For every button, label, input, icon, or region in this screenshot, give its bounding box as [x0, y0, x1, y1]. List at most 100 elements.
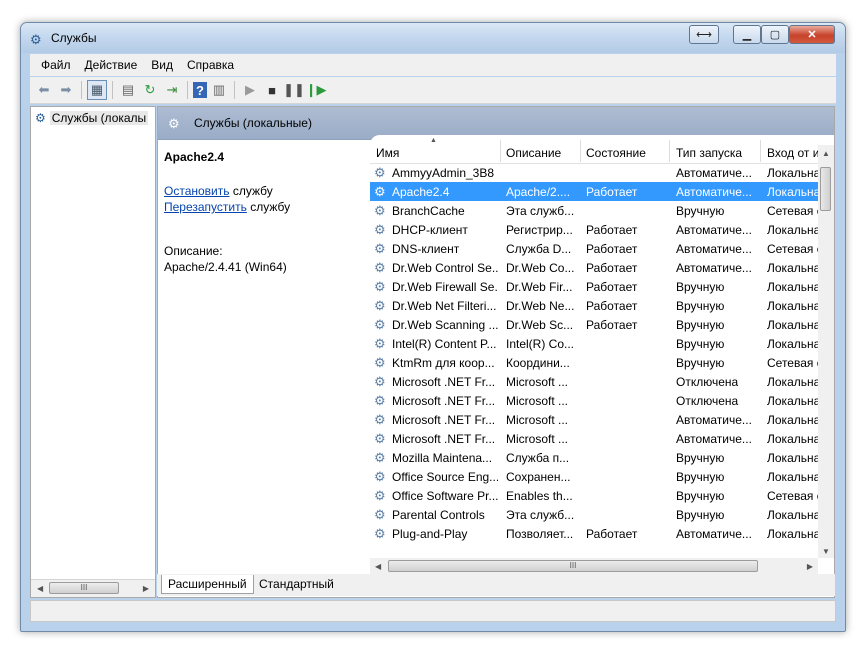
service-gear-icon: ⚙ [374, 260, 386, 275]
maximize-button[interactable]: ▢ [761, 25, 789, 44]
table-row[interactable]: ⚙ Intel(R) Content P... Intel(R) Co... Вруч… [370, 334, 820, 353]
cell-startup: Автоматиче... [676, 223, 752, 237]
cell-startup: Автоматиче... [676, 527, 752, 541]
cell-name: DHCP-клиент [392, 223, 468, 237]
table-row[interactable]: ⚙ Microsoft .NET Fr... Microsoft ... Автома… [370, 410, 820, 429]
table-row[interactable]: ⚙ AmmyyAdmin_3B8 Автоматиче... Локальна [370, 163, 820, 182]
restart-suffix: службу [250, 200, 291, 214]
menu-action[interactable]: Действие [78, 58, 145, 72]
service-gear-icon: ⚙ [374, 431, 386, 446]
cell-name: Office Software Pr... [392, 489, 498, 503]
properties-icon[interactable]: ▤ [118, 80, 138, 100]
cell-startup: Автоматиче... [676, 185, 752, 199]
forward-arrow-icon[interactable]: ➡ [56, 80, 76, 100]
table-row[interactable]: ⚙ Microsoft .NET Fr... Microsoft ... Автома… [370, 429, 820, 448]
cell-desc: Microsoft ... [506, 432, 569, 446]
resize-arrows-icon[interactable]: ⟷ [689, 25, 719, 44]
column-logon-as[interactable]: Вход от и [767, 146, 819, 160]
vertical-scrollbar[interactable]: ▲ ▼ [818, 145, 834, 558]
scroll-up-icon[interactable]: ▲ [822, 149, 830, 158]
cell-state: Работает [586, 185, 638, 199]
services-list: ▲ Имя Описание Состояние Тип запуска Вхо… [370, 135, 834, 575]
services-icon: ⚙ [168, 116, 180, 131]
column-state[interactable]: Состояние [586, 146, 646, 160]
stop-service-icon[interactable]: ■ [262, 80, 282, 100]
table-row[interactable]: ⚙ BranchCache Эта служб... Вручную Сетевая с [370, 201, 823, 220]
stop-service-link[interactable]: Остановить [164, 184, 230, 198]
table-row[interactable]: ⚙ Plug-and-Play Позволяет... Работает Автома… [370, 524, 820, 543]
cell-name: Dr.Web Scanning ... [392, 318, 498, 332]
column-divider[interactable] [500, 140, 501, 162]
table-row[interactable]: ⚙ Office Source Eng... Сохранен... Вручную Л… [370, 467, 820, 486]
help-icon[interactable]: ? [193, 82, 207, 98]
cell-desc: Apache/2.... [506, 185, 571, 199]
table-row[interactable]: ⚙ Mozilla Maintena... Служба п... Вручную Ло… [370, 448, 820, 467]
menu-file[interactable]: Файл [34, 58, 78, 72]
title-bar[interactable]: ⚙ Службы ⟷ ▁ ▢ ✕ [21, 23, 845, 53]
show-action-pane-icon[interactable]: ▥ [209, 80, 229, 100]
column-name[interactable]: Имя [376, 146, 399, 160]
scroll-thumb[interactable]: III [388, 560, 758, 572]
table-row[interactable]: ⚙ Office Software Pr... Enables th... Вручн… [370, 486, 823, 505]
refresh-icon[interactable]: ↻ [140, 80, 160, 100]
table-row[interactable]: ⚙ Microsoft .NET Fr... Microsoft ... Отключ… [370, 372, 820, 391]
scroll-down-icon[interactable]: ▼ [822, 547, 830, 556]
cell-desc: Dr.Web Co... [506, 261, 575, 275]
cell-name: BranchCache [392, 204, 465, 218]
show-hide-console-tree-icon[interactable]: ▦ [87, 80, 107, 100]
cell-startup: Вручную [676, 451, 725, 465]
services-rows: ⚙ AmmyyAdmin_3B8 Автоматиче... Локальна ⚙ Apa… [370, 163, 823, 543]
cell-state: Работает [586, 223, 638, 237]
column-divider[interactable] [760, 140, 761, 162]
scroll-right-icon[interactable]: ▶ [143, 584, 149, 593]
menu-help[interactable]: Справка [180, 58, 241, 72]
column-description[interactable]: Описание [506, 146, 561, 160]
back-arrow-icon[interactable]: ⬅ [34, 80, 54, 100]
tab-extended[interactable]: Расширенный [161, 575, 254, 594]
table-row[interactable]: ⚙ Apache2.4 Apache/2.... Работает Автоматиче… [370, 182, 820, 201]
cell-name: Dr.Web Control Se... [392, 261, 498, 275]
scroll-left-icon[interactable]: ◀ [37, 584, 43, 593]
cell-startup: Автоматиче... [676, 166, 752, 180]
table-row[interactable]: ⚙ Parental Controls Эта служб... Вручную Лок… [370, 505, 820, 524]
cell-name: Microsoft .NET Fr... [392, 375, 496, 389]
table-row[interactable]: ⚙ Microsoft .NET Fr... Microsoft ... Отключ… [370, 391, 820, 410]
column-startup-type[interactable]: Тип запуска [676, 146, 742, 160]
table-row[interactable]: ⚙ DNS-клиент Служба D... Работает Автоматиче… [370, 239, 823, 258]
cell-name: Microsoft .NET Fr... [392, 413, 496, 427]
cell-startup: Автоматиче... [676, 432, 752, 446]
horizontal-scrollbar[interactable]: ◀ III ▶ [370, 558, 818, 575]
restart-service-link[interactable]: Перезапустить [164, 200, 247, 214]
table-row[interactable]: ⚙ Dr.Web Scanning ... Dr.Web Sc... Работает… [370, 315, 820, 334]
scroll-thumb[interactable] [820, 167, 831, 211]
scroll-left-icon[interactable]: ◀ [375, 562, 381, 571]
minimize-button[interactable]: ▁ [733, 25, 761, 44]
close-button[interactable]: ✕ [789, 25, 835, 44]
scroll-right-icon[interactable]: ▶ [807, 562, 813, 571]
table-row[interactable]: ⚙ KtmRm для коор... Координи... Вручную Сете… [370, 353, 823, 372]
start-service-icon[interactable]: ▶ [240, 80, 260, 100]
column-divider[interactable] [580, 140, 581, 162]
tree-item-services[interactable]: ⚙ Службы (локалы [35, 111, 149, 125]
table-row[interactable]: ⚙ Dr.Web Firewall Se... Dr.Web Fir... Работ… [370, 277, 820, 296]
cell-startup: Вручную [676, 204, 725, 218]
cell-name: Intel(R) Content P... [392, 337, 497, 351]
menu-view[interactable]: Вид [144, 58, 180, 72]
table-row[interactable]: ⚙ DHCP-клиент Регистрир... Работает Автомати… [370, 220, 820, 239]
cell-desc: Microsoft ... [506, 394, 569, 408]
tab-standard[interactable]: Стандартный [253, 575, 340, 594]
table-row[interactable]: ⚙ Dr.Web Control Se... Dr.Web Co... Работае… [370, 258, 820, 277]
column-divider[interactable] [669, 140, 670, 162]
service-gear-icon: ⚙ [374, 336, 386, 351]
export-list-icon[interactable]: ⇥ [162, 80, 182, 100]
cell-state: Работает [586, 242, 638, 256]
cell-state: Работает [586, 527, 638, 541]
toolbar-separator [112, 81, 113, 99]
pause-service-icon[interactable]: ❚❚ [283, 80, 305, 100]
restart-service-icon[interactable]: ❙▶ [306, 80, 327, 100]
table-row[interactable]: ⚙ Dr.Web Net Filteri... Dr.Web Ne... Работа… [370, 296, 820, 315]
scroll-thumb[interactable]: III [49, 582, 119, 594]
cell-startup: Автоматиче... [676, 242, 752, 256]
pane-title: Службы (локальные) [194, 116, 312, 130]
tree-horizontal-scrollbar[interactable]: ◀ III ▶ [31, 579, 155, 597]
